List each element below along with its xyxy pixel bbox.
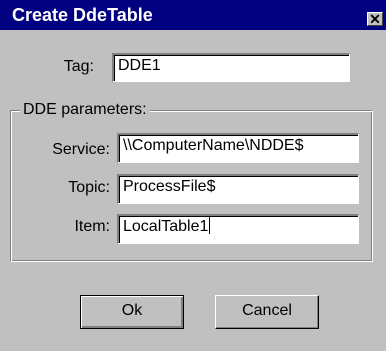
topic-label: Topic: (68, 179, 110, 196)
text-caret (209, 216, 211, 234)
cancel-button[interactable]: Cancel (215, 295, 319, 329)
close-button[interactable]: ✕ (367, 12, 383, 26)
create-ddetable-dialog: Create DdeTable ✕ Tag: DDE1 DDE paramete… (0, 0, 386, 351)
ok-button[interactable]: Ok (80, 295, 184, 329)
dialog-title: Create DdeTable (12, 5, 153, 25)
item-label: Item: (74, 218, 110, 235)
service-field[interactable]: \\ComputerName\NDDE$ (117, 133, 359, 163)
tag-label: Tag: (63, 58, 94, 75)
tag-field[interactable]: DDE1 (112, 53, 350, 82)
dde-parameters-label: DDE parameters: (20, 101, 150, 119)
item-field[interactable]: LocalTable1 (117, 214, 359, 244)
title-bar[interactable]: Create DdeTable ✕ (0, 0, 386, 30)
close-icon: ✕ (369, 11, 381, 27)
service-label: Service: (52, 141, 110, 158)
topic-field[interactable]: ProcessFile$ (117, 174, 359, 204)
item-field-value: LocalTable1 (123, 218, 209, 235)
